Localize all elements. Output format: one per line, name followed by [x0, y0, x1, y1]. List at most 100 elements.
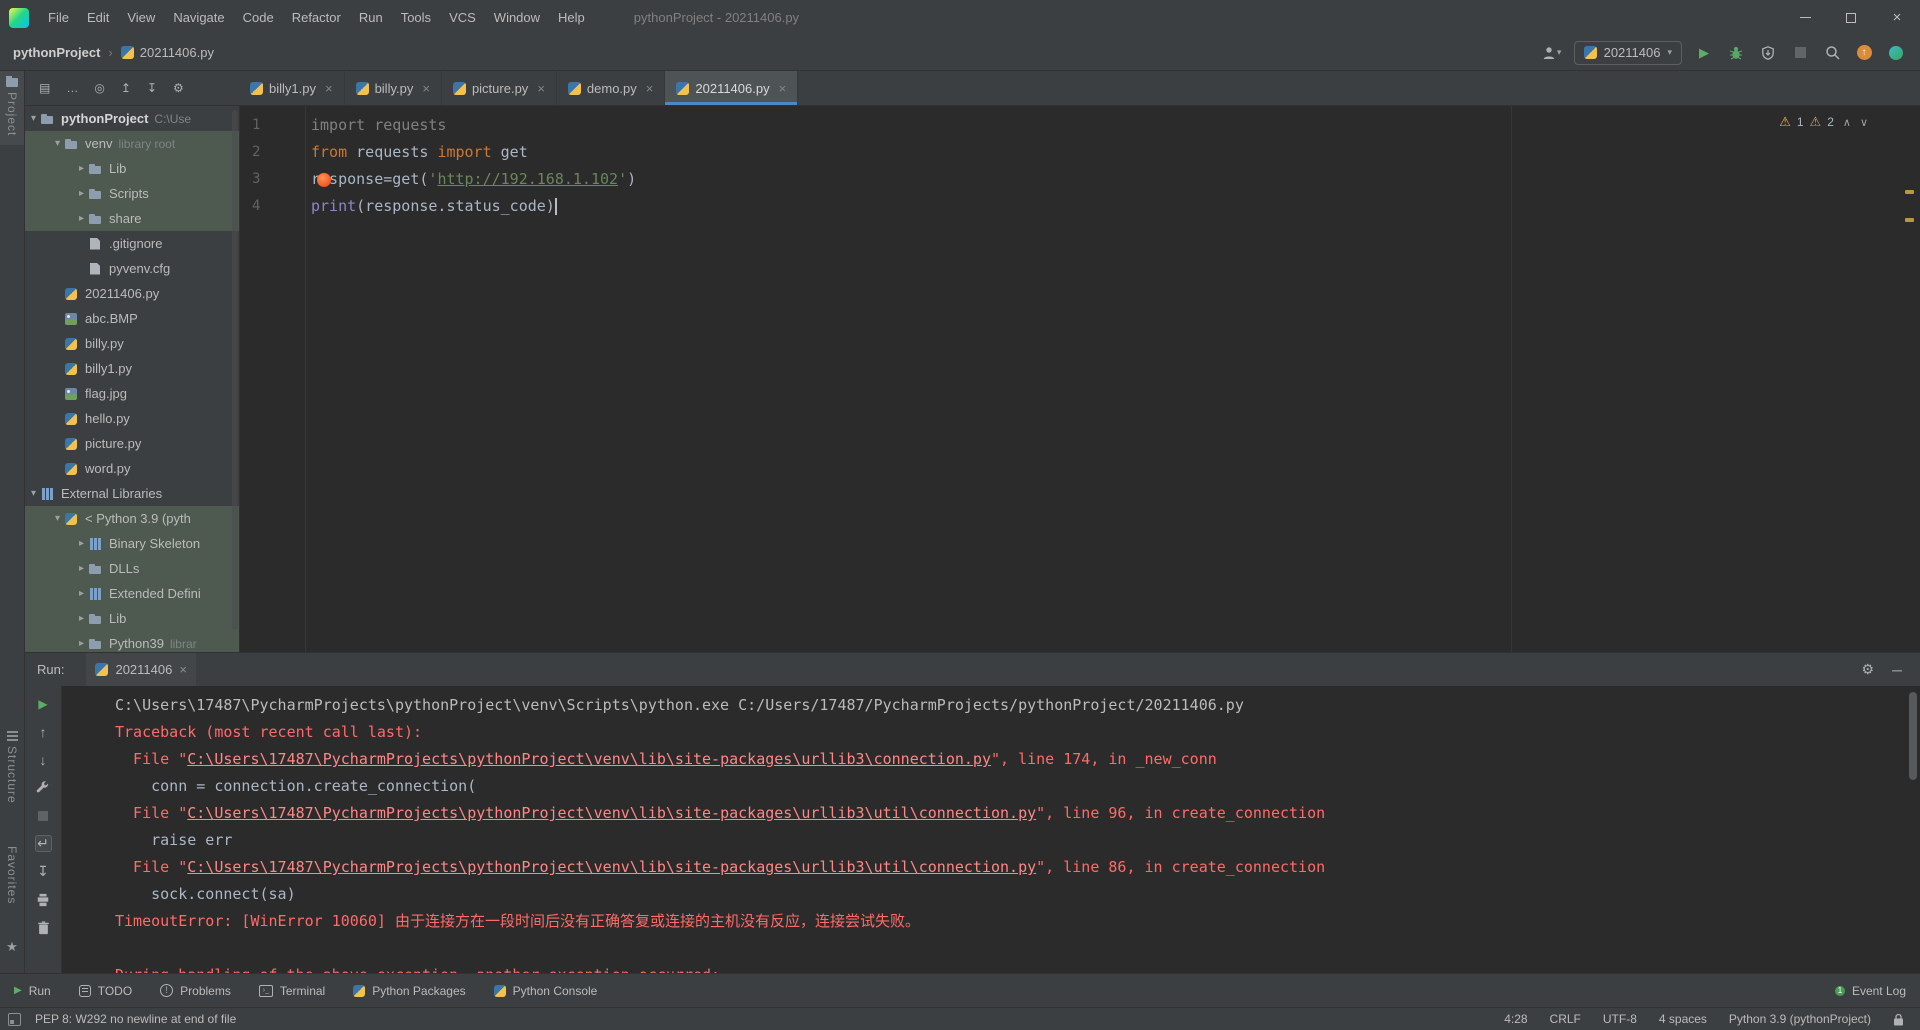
close-icon[interactable]: ×	[422, 81, 430, 96]
tab-demo[interactable]: demo.py ×	[557, 71, 666, 105]
code-line-1[interactable]: import requests	[307, 112, 1920, 139]
next-problem-icon[interactable]: ∨	[1860, 116, 1868, 129]
next-trace-button[interactable]: ↓	[35, 751, 52, 768]
menu-code[interactable]: Code	[234, 0, 283, 35]
encoding-widget[interactable]: UTF-8	[1603, 1012, 1637, 1026]
tree-item-billy1-py[interactable]: billy1.py	[25, 356, 239, 381]
chevron-down-icon[interactable]: ▾	[51, 513, 64, 524]
chevron-down-icon[interactable]: ▾	[27, 113, 40, 124]
tree-item-python39[interactable]: ▸ Python39 librar	[25, 631, 239, 652]
menu-view[interactable]: View	[118, 0, 164, 35]
tree-item-external-libraries[interactable]: ▾ External Libraries	[25, 481, 239, 506]
tree-item-pyvenv-cfg[interactable]: pyvenv.cfg	[25, 256, 239, 281]
status-message[interactable]: PEP 8: W292 no newline at end of file	[35, 1012, 236, 1026]
tree-item-billy-py[interactable]: billy.py	[25, 331, 239, 356]
code-with-me-button[interactable]: ▾	[1542, 42, 1562, 64]
line-number[interactable]: 1	[240, 112, 305, 139]
chevron-right-icon[interactable]: ▸	[75, 563, 88, 574]
coverage-button[interactable]	[1758, 42, 1778, 64]
chevron-down-icon[interactable]: ▾	[27, 488, 40, 499]
tree-item-picture-py[interactable]: picture.py	[25, 431, 239, 456]
close-icon[interactable]: ×	[646, 81, 654, 96]
tree-item-20211406-py[interactable]: 20211406.py	[25, 281, 239, 306]
close-icon[interactable]: ×	[779, 81, 787, 96]
file-link[interactable]: C:\Users\17487\PycharmProjects\pythonPro…	[187, 804, 1036, 822]
tree-item-dlls[interactable]: ▸ DLLs	[25, 556, 239, 581]
chevron-right-icon[interactable]: ▸	[75, 163, 88, 174]
code-url-link[interactable]: http://192.168.1.102	[437, 170, 618, 188]
chevron-right-icon[interactable]: ▸	[75, 638, 88, 649]
debug-button[interactable]	[1726, 42, 1746, 64]
search-everywhere-button[interactable]	[1822, 42, 1842, 64]
hide-panel-icon[interactable]: ▤	[39, 81, 50, 95]
tree-item-pythonproject[interactable]: ▾ pythonProject C:\Use	[25, 106, 239, 131]
close-icon[interactable]: ×	[537, 81, 545, 96]
tool-button-todo[interactable]: TODO	[78, 984, 132, 998]
line-number[interactable]: 2	[240, 139, 305, 166]
menu-vcs[interactable]: VCS	[440, 0, 485, 35]
file-link[interactable]: C:\Users\17487\PycharmProjects\pythonPro…	[187, 858, 1036, 876]
tab-billy1[interactable]: billy1.py ×	[239, 71, 345, 105]
tree-item-venv[interactable]: ▾ venv library root	[25, 131, 239, 156]
menu-run[interactable]: Run	[350, 0, 392, 35]
settings-gear-icon[interactable]: ⚙	[1862, 661, 1875, 678]
expand-all-icon[interactable]: ↥	[121, 81, 131, 95]
menu-file[interactable]: File	[39, 0, 78, 35]
code-line-2[interactable]: from requests import get	[307, 139, 1920, 166]
chevron-right-icon[interactable]: ▸	[75, 213, 88, 224]
soft-wrap-toggle[interactable]: ↵	[34, 835, 52, 852]
warning-stripe-mark[interactable]	[1905, 190, 1914, 194]
tool-button-python-packages[interactable]: Python Packages	[353, 984, 466, 998]
run-console-output[interactable]: C:\Users\17487\PycharmProjects\pythonPro…	[62, 686, 1920, 973]
tree-item-flag-jpg[interactable]: flag.jpg	[25, 381, 239, 406]
run-button[interactable]: ▶	[1694, 42, 1714, 64]
chevron-right-icon[interactable]: ▸	[75, 613, 88, 624]
prev-trace-button[interactable]: ↑	[35, 723, 52, 740]
editor-gutter[interactable]: 1 2 3 4	[240, 106, 306, 652]
notifications-button[interactable]	[1886, 42, 1906, 64]
code-line-4[interactable]: print(response.status_code)	[307, 193, 1920, 220]
tree-item-abc-bmp[interactable]: abc.BMP	[25, 306, 239, 331]
rerun-button[interactable]: ▶	[35, 695, 52, 712]
tree-item-binary-skeletons[interactable]: ▸ Binary Skeleton	[25, 531, 239, 556]
indent-widget[interactable]: 4 spaces	[1659, 1012, 1707, 1026]
code-line-3[interactable]: response=get('http://192.168.1.102')	[307, 166, 1920, 193]
tab-billy[interactable]: billy.py ×	[345, 71, 442, 105]
chevron-right-icon[interactable]: ▸	[75, 538, 88, 549]
menu-help[interactable]: Help	[549, 0, 594, 35]
line-ending-widget[interactable]: CRLF	[1550, 1012, 1581, 1026]
chevron-down-icon[interactable]: ▾	[51, 138, 64, 149]
tree-item-word-py[interactable]: word.py	[25, 456, 239, 481]
tab-20211406[interactable]: 20211406.py ×	[665, 71, 799, 105]
minimize-button[interactable]	[1782, 0, 1828, 35]
settings-gear-icon[interactable]: ⚙	[173, 81, 184, 95]
tool-button-problems[interactable]: Problems	[160, 984, 231, 998]
tool-button-python-console[interactable]: Python Console	[493, 984, 597, 998]
lock-icon[interactable]	[1893, 1013, 1904, 1026]
tree-item-python39-sdk[interactable]: ▾ < Python 3.9 (pyth	[25, 506, 239, 531]
scroll-to-end-button[interactable]: ↧	[35, 863, 52, 880]
caret-position-widget[interactable]: 4:28	[1504, 1012, 1527, 1026]
menu-navigate[interactable]: Navigate	[164, 0, 233, 35]
code-area[interactable]: import requests from requests import get…	[307, 106, 1920, 652]
stop-button[interactable]	[35, 807, 52, 824]
tree-item-share[interactable]: ▸ share	[25, 206, 239, 231]
collapse-all-icon[interactable]: ↧	[147, 81, 157, 95]
hide-panel-icon[interactable]: ─	[1892, 662, 1902, 678]
tab-picture[interactable]: picture.py ×	[442, 71, 557, 105]
close-icon[interactable]: ×	[179, 662, 187, 677]
star-icon[interactable]: ★	[6, 939, 18, 955]
chevron-right-icon[interactable]: ▸	[75, 188, 88, 199]
locate-file-icon[interactable]: ◎	[94, 81, 104, 95]
tree-item-lib2[interactable]: ▸ Lib	[25, 606, 239, 631]
menu-tools[interactable]: Tools	[392, 0, 440, 35]
warning-stripe-mark[interactable]	[1905, 218, 1914, 222]
maximize-button[interactable]	[1828, 0, 1874, 35]
tool-button-run[interactable]: ▶ Run	[14, 984, 51, 998]
breadcrumb-project[interactable]: pythonProject	[13, 45, 100, 60]
inspections-widget[interactable]: ⚠ 1 ⚠ 2 ∧ ∨	[1779, 114, 1868, 130]
run-tab-20211406[interactable]: 20211406 ×	[86, 653, 196, 686]
breadcrumb-file[interactable]: 20211406.py	[120, 45, 214, 60]
clear-console-button[interactable]	[35, 919, 52, 936]
update-button[interactable]: ↑	[1854, 42, 1874, 64]
